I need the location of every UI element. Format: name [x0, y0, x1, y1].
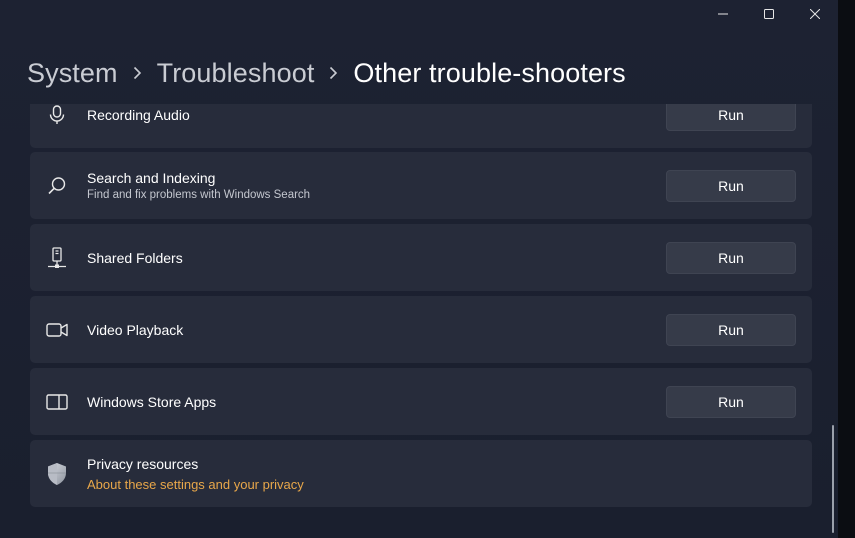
breadcrumb-troubleshoot[interactable]: Troubleshoot — [157, 58, 315, 89]
minimize-button[interactable] — [700, 0, 746, 28]
minimize-icon — [718, 13, 728, 15]
search-icon — [45, 152, 69, 219]
troubleshooter-windows-store-apps: Windows Store Apps Run — [30, 368, 812, 435]
troubleshooter-title: Search and Indexing — [87, 170, 216, 186]
video-camera-icon — [45, 296, 69, 363]
title-bar — [700, 0, 838, 28]
privacy-resources-card: Privacy resources About these settings a… — [30, 440, 812, 507]
run-button[interactable]: Run — [666, 386, 796, 418]
troubleshooter-video-playback: Video Playback Run — [30, 296, 812, 363]
page-title: Other trouble-shooters — [353, 57, 626, 88]
run-button[interactable]: Run — [666, 170, 796, 202]
privacy-title: Privacy resources — [87, 455, 199, 472]
troubleshooter-title: Windows Store Apps — [87, 393, 217, 410]
privacy-link[interactable]: About these settings and your privacy — [87, 477, 304, 492]
troubleshooter-list[interactable]: Recording Audio Run Search and Indexing … — [30, 104, 812, 538]
troubleshooter-title: Video Playback — [87, 321, 184, 338]
troubleshooter-description: Find and fix problems with Windows Searc… — [87, 189, 311, 201]
store-apps-icon — [45, 368, 69, 435]
settings-window: System Troubleshoot Other trouble-shoote… — [0, 0, 838, 538]
troubleshooter-search-indexing: Search and Indexing Find and fix problem… — [30, 152, 812, 219]
run-button[interactable]: Run — [666, 242, 796, 274]
close-icon — [810, 9, 820, 19]
maximize-button[interactable] — [746, 0, 792, 28]
troubleshooter-shared-folders: Shared Folders Run — [30, 224, 812, 291]
run-button[interactable]: Run — [666, 104, 796, 131]
shield-icon — [45, 440, 69, 507]
microphone-icon — [45, 104, 69, 148]
troubleshooter-title: Recording Audio — [87, 106, 190, 123]
troubleshooter-recording-audio: Recording Audio Run — [30, 104, 812, 148]
breadcrumb: System Troubleshoot Other trouble-shoote… — [27, 52, 626, 94]
chevron-right-icon — [133, 66, 142, 80]
breadcrumb-system[interactable]: System — [27, 58, 118, 89]
desktop-edge — [838, 0, 855, 538]
shared-folders-icon — [45, 224, 69, 291]
scrollbar-thumb[interactable] — [832, 425, 834, 533]
run-button[interactable]: Run — [666, 314, 796, 346]
close-button[interactable] — [792, 0, 838, 28]
troubleshooter-title: Shared Folders — [87, 249, 183, 266]
chevron-right-icon — [329, 66, 338, 80]
maximize-icon — [764, 9, 774, 19]
